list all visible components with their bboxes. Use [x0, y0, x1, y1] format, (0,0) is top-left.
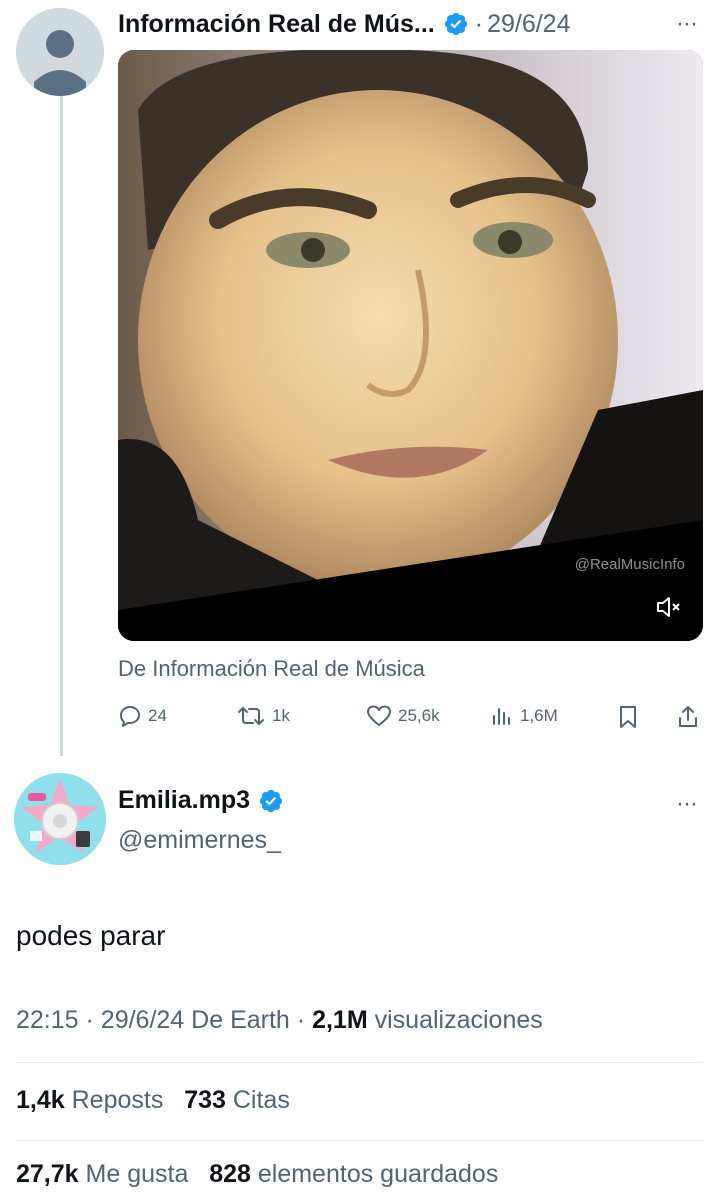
- reply-icon: [120, 706, 140, 727]
- reply-author-header: Emilia.mp3: [118, 786, 284, 815]
- album-art-avatar: [14, 773, 106, 865]
- reposts-label: Reposts: [71, 1086, 164, 1114]
- views-count: 1,6M: [520, 706, 558, 725]
- likes-bookmarks-stats: 27,7k Me gusta 828 elementos guardados: [16, 1160, 498, 1189]
- tweet-time[interactable]: 22:15: [16, 1006, 79, 1034]
- likes-label: Me gusta: [85, 1160, 189, 1188]
- tweet-action-bar: 24 1k 25,6k 1,6M: [118, 704, 703, 736]
- tweet-date[interactable]: 29/6/24: [101, 1006, 184, 1034]
- quotes-label: Citas: [232, 1086, 290, 1114]
- video-watermark: @RealMusicInfo: [574, 556, 685, 573]
- reply-button[interactable]: 24: [118, 704, 167, 728]
- reposts-count: 1,4k: [16, 1086, 65, 1114]
- likes-count: 27,7k: [16, 1160, 79, 1188]
- quotes-link[interactable]: 733 Citas: [184, 1086, 290, 1114]
- repost-count: 1k: [272, 706, 290, 725]
- video-player[interactable]: @RealMusicInfo: [118, 50, 703, 641]
- default-avatar-icon: [16, 8, 104, 96]
- divider: [16, 1062, 703, 1063]
- tweet-meta-line: 22:15 · 29/6/24 De Earth · 2,1M visualiz…: [16, 1006, 543, 1035]
- bookmarks-count: 828: [209, 1160, 251, 1188]
- reply-author-name[interactable]: Emilia.mp3: [118, 786, 250, 815]
- author-avatar[interactable]: [16, 8, 104, 96]
- tweet-source: De Earth: [191, 1006, 290, 1034]
- author-name[interactable]: Información Real de Mús...: [118, 10, 435, 39]
- bookmarks-link[interactable]: 828 elementos guardados: [209, 1160, 498, 1188]
- more-options-icon[interactable]: ···: [676, 10, 698, 38]
- like-count: 25,6k: [398, 706, 440, 725]
- separator-dot: ·: [296, 1006, 313, 1034]
- repost-quote-stats: 1,4k Reposts 733 Citas: [16, 1086, 290, 1115]
- bookmarks-label: elementos guardados: [257, 1160, 499, 1188]
- bookmark-button[interactable]: [616, 704, 646, 730]
- muted-speaker-icon[interactable]: [655, 595, 683, 619]
- quoted-source-label[interactable]: De Información Real de Música: [118, 656, 425, 682]
- repost-button[interactable]: 1k: [236, 704, 290, 728]
- video-frame: [118, 50, 703, 641]
- quoted-tweet-header: Información Real de Mús... · 29/6/24: [118, 4, 570, 44]
- views-count: 2,1M: [312, 1006, 368, 1034]
- more-options-icon[interactable]: ···: [676, 790, 698, 818]
- views-chart-icon: [493, 708, 510, 725]
- reply-author-avatar[interactable]: [14, 773, 106, 865]
- views-button[interactable]: 1,6M: [490, 704, 558, 728]
- share-icon: [679, 706, 697, 727]
- reply-tweet-text: podes parar: [16, 920, 166, 951]
- separator-dot: ·: [474, 9, 484, 38]
- likes-link[interactable]: 27,7k Me gusta: [16, 1160, 188, 1188]
- views-label: visualizaciones: [374, 1006, 543, 1034]
- repost-icon: [238, 707, 264, 725]
- verified-badge-icon: [259, 789, 283, 812]
- share-button[interactable]: [676, 704, 706, 730]
- reply-count: 24: [148, 706, 167, 725]
- like-button[interactable]: 25,6k: [366, 704, 440, 728]
- divider: [16, 1140, 703, 1141]
- thread-connector-line: [60, 96, 63, 756]
- tweet-date[interactable]: 29/6/24: [487, 10, 570, 39]
- reposts-link[interactable]: 1,4k Reposts: [16, 1086, 163, 1114]
- heart-icon: [367, 705, 391, 726]
- quotes-count: 733: [184, 1086, 226, 1114]
- separator-dot: ·: [85, 1006, 101, 1034]
- verified-badge-icon: [444, 12, 467, 36]
- reply-author-handle[interactable]: @emimernes_: [118, 826, 281, 855]
- bookmark-icon: [620, 706, 636, 728]
